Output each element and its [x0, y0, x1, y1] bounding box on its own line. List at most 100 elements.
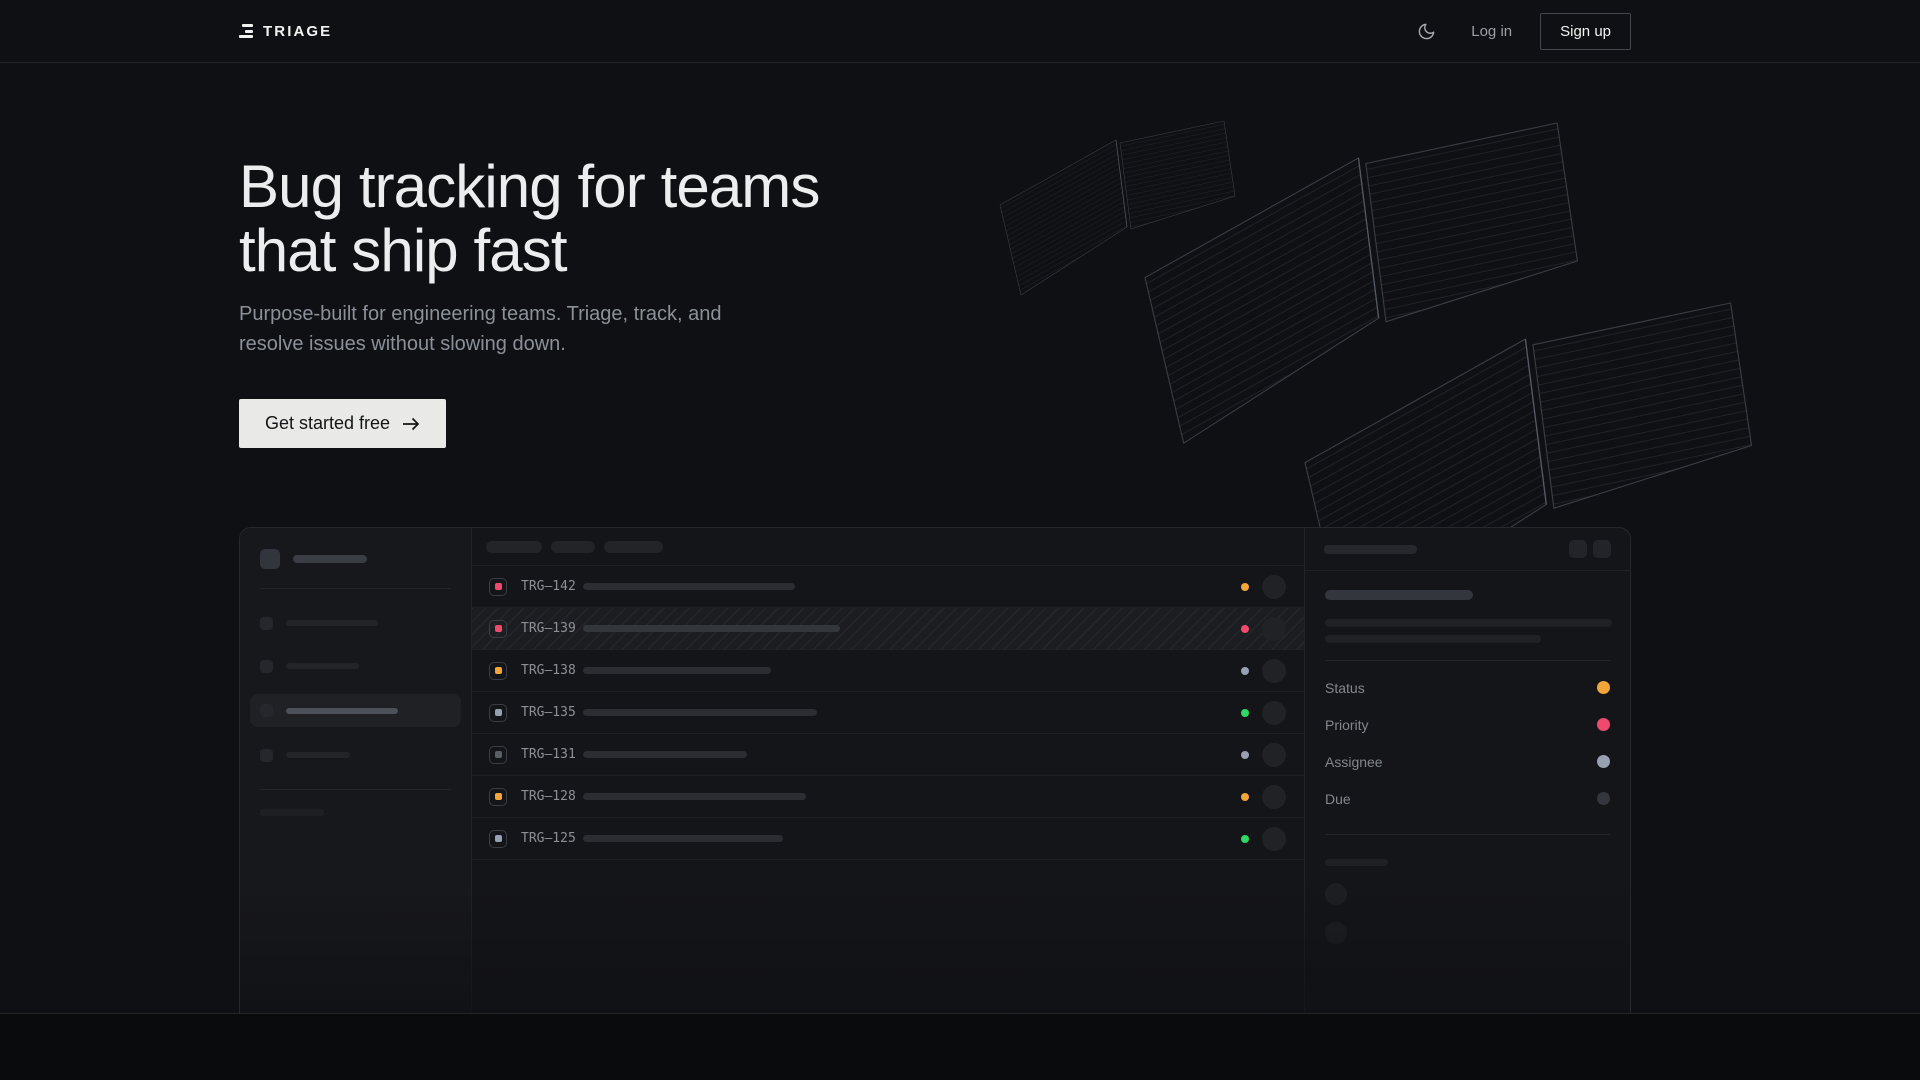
page-title: Bug tracking for teams that ship fast: [239, 155, 1631, 283]
tab-placeholder: [486, 541, 542, 553]
sidebar-item-placeholder: [286, 663, 359, 669]
sidebar-item: [260, 740, 451, 770]
property-label: Assignee: [1325, 754, 1383, 770]
issue-description-placeholder: [1325, 619, 1612, 627]
property-row: Due: [1325, 780, 1610, 817]
login-link[interactable]: Log in: [1471, 23, 1512, 40]
property-row: Priority: [1325, 706, 1610, 743]
issue-title-placeholder: [583, 667, 771, 674]
divider: [260, 789, 451, 790]
hero-section: Bug tracking for teams that ship fast Pu…: [0, 63, 1920, 1013]
divider: [1325, 660, 1610, 661]
assignee-avatar: [1262, 575, 1286, 599]
sidebar-item-placeholder: [286, 708, 398, 714]
issue-row: TRG–135: [472, 692, 1304, 734]
status-dot: [1241, 667, 1249, 675]
property-row: Assignee: [1325, 743, 1610, 780]
footer: [0, 1013, 1920, 1080]
status-dot: [1241, 709, 1249, 717]
property-label: Status: [1325, 680, 1365, 696]
triage-bars-icon: [239, 24, 253, 38]
issue-type-icon: [489, 620, 507, 638]
top-nav: TRIAGE Log in Sign up: [0, 0, 1920, 63]
property-value-dot: [1597, 718, 1610, 731]
issue-title-placeholder: [583, 751, 747, 758]
mockup-detail-panel: Status Priority Assignee Due: [1304, 528, 1630, 1013]
issue-id: TRG–139: [521, 621, 583, 636]
mockup-sidebar: [240, 528, 472, 1013]
issue-type-icon: [489, 746, 507, 764]
status-dot: [1241, 625, 1249, 633]
issue-list-header: [472, 528, 1304, 566]
sidebar-item-icon: [260, 749, 273, 762]
sidebar-item-icon: [260, 617, 273, 630]
theme-toggle-button[interactable]: [1409, 14, 1443, 48]
issue-type-icon: [489, 788, 507, 806]
issue-title-placeholder: [583, 625, 840, 632]
issue-type-icon: [489, 578, 507, 596]
issue-row: TRG–125: [472, 818, 1304, 860]
sidebar-item-placeholder: [286, 620, 378, 626]
tab-placeholder: [604, 541, 663, 553]
activity-label-placeholder: [1325, 859, 1388, 866]
issue-type-icon: [489, 830, 507, 848]
issue-id: TRG–138: [521, 663, 583, 678]
issue-id: TRG–142: [521, 579, 583, 594]
status-dot: [1241, 793, 1249, 801]
detail-action-placeholder: [1593, 540, 1611, 558]
issue-title-placeholder: [1325, 590, 1473, 600]
hero-subtext: Purpose-built for engineering teams. Tri…: [239, 299, 1631, 359]
activity-avatar: [1325, 922, 1347, 944]
issue-row: TRG–142: [472, 566, 1304, 608]
mockup-issue-list: TRG–142 TRG–139 TRG–138 TRG–135: [472, 528, 1304, 1013]
get-started-button[interactable]: Get started free: [239, 399, 446, 448]
sidebar-section-label-placeholder: [260, 809, 324, 816]
issue-title-placeholder: [583, 583, 795, 590]
sidebar-item: [260, 651, 451, 681]
issue-id: TRG–125: [521, 831, 583, 846]
issue-title-placeholder: [583, 793, 806, 800]
tab-placeholder: [551, 541, 595, 553]
assignee-avatar: [1262, 827, 1286, 851]
moon-icon: [1417, 22, 1436, 41]
sidebar-item-placeholder: [286, 752, 350, 758]
detail-action-placeholder: [1569, 540, 1587, 558]
status-dot: [1241, 751, 1249, 759]
issue-type-icon: [489, 704, 507, 722]
property-label: Due: [1325, 791, 1351, 807]
issue-id: TRG–135: [521, 705, 583, 720]
workspace-name-placeholder: [293, 555, 367, 563]
issue-title-placeholder: [583, 835, 783, 842]
status-dot: [1241, 835, 1249, 843]
detail-panel-header: [1305, 528, 1630, 571]
issue-type-icon: [489, 662, 507, 680]
arrow-right-icon: [402, 417, 420, 431]
sidebar-item-active: [250, 694, 461, 727]
property-value-dot: [1597, 792, 1610, 805]
signup-button[interactable]: Sign up: [1540, 13, 1631, 50]
detail-title-placeholder: [1324, 545, 1417, 554]
brand-logo[interactable]: TRIAGE: [239, 23, 332, 40]
property-value-dot: [1597, 755, 1610, 768]
divider: [1325, 834, 1610, 835]
property-row: Status: [1325, 669, 1610, 706]
issue-row: TRG–131: [472, 734, 1304, 776]
assignee-avatar: [1262, 659, 1286, 683]
assignee-avatar: [1262, 617, 1286, 641]
sidebar-item-icon: [260, 660, 273, 673]
status-dot: [1241, 583, 1249, 591]
brand-name: TRIAGE: [263, 23, 332, 40]
sidebar-item: [260, 608, 451, 638]
property-label: Priority: [1325, 717, 1369, 733]
assignee-avatar: [1262, 785, 1286, 809]
workspace-avatar: [260, 549, 280, 569]
issue-title-placeholder: [583, 709, 817, 716]
assignee-avatar: [1262, 701, 1286, 725]
issue-row: TRG–138: [472, 650, 1304, 692]
issue-row: TRG–139: [472, 608, 1304, 650]
sidebar-item-icon: [260, 704, 273, 717]
assignee-avatar: [1262, 743, 1286, 767]
issue-id: TRG–131: [521, 747, 583, 762]
issue-id: TRG–128: [521, 789, 583, 804]
app-mockup: TRG–142 TRG–139 TRG–138 TRG–135: [239, 527, 1631, 1013]
